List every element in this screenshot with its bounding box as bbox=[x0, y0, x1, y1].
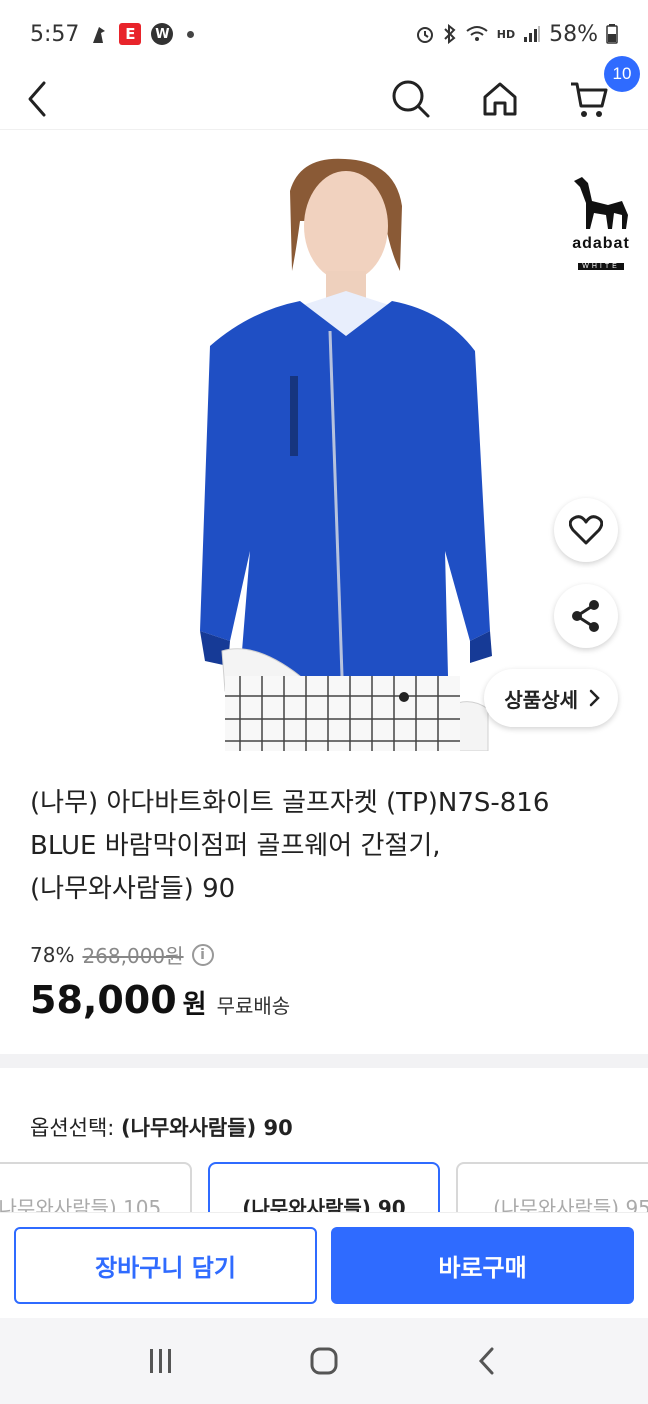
brand-logo: adabat WHITE bbox=[566, 171, 636, 272]
option-chip-selected[interactable]: (나무와사람들) 90 bbox=[208, 1162, 440, 1212]
heart-icon bbox=[569, 515, 603, 545]
original-price: 268,000원 bbox=[82, 944, 184, 968]
share-button[interactable] bbox=[554, 584, 618, 648]
hd-voice-label: HD bbox=[496, 27, 516, 41]
e-app-icon: E bbox=[119, 23, 142, 45]
cart-count-badge: 10 bbox=[604, 55, 640, 92]
cart-icon[interactable]: 10 bbox=[568, 55, 640, 120]
header-actions: 10 bbox=[390, 55, 640, 120]
screen: 5:57 E W HD 58% 10 adabat WHITE 상품상세 (나무… bbox=[0, 0, 648, 1404]
option-chip[interactable]: (나무와사람들) 105 bbox=[0, 1162, 192, 1212]
status-left: 5:57 E W bbox=[30, 21, 195, 47]
add-to-cart-button[interactable]: 장바구니 담기 bbox=[14, 1227, 317, 1304]
product-image[interactable]: adabat WHITE 상품상세 bbox=[0, 131, 648, 751]
brand-sub: WHITE bbox=[578, 263, 624, 270]
share-icon bbox=[572, 600, 599, 632]
home-icon[interactable] bbox=[480, 79, 520, 119]
bottom-action-bar: 장바구니 담기 바로구매 bbox=[0, 1212, 648, 1318]
option-selected-value: (나무와사람들) 90 bbox=[121, 1116, 293, 1140]
battery-icon bbox=[606, 24, 618, 44]
price-row: 58,000 원 무료배송 bbox=[30, 978, 290, 1022]
shipping-info: 무료배송 bbox=[216, 994, 291, 1018]
dog-logo-icon bbox=[574, 177, 628, 229]
product-title-line: (나무) 아다바트화이트 골프자켓 (TP)N7S-816 bbox=[30, 788, 550, 818]
signal-icon bbox=[523, 25, 541, 43]
buy-now-button[interactable]: 바로구매 bbox=[331, 1227, 634, 1304]
chevron-right-icon bbox=[589, 689, 600, 707]
sale-price: 58,000 bbox=[30, 978, 177, 1022]
option-chip[interactable]: (나무와사람들) 95 bbox=[456, 1162, 648, 1212]
status-right: HD 58% bbox=[415, 22, 618, 47]
home-nav-icon[interactable] bbox=[294, 1331, 354, 1391]
brand-name: adabat bbox=[572, 235, 630, 252]
product-detail-button[interactable]: 상품상세 bbox=[484, 669, 618, 727]
discount-rate: 78% bbox=[30, 942, 75, 967]
recent-apps-icon[interactable] bbox=[131, 1331, 191, 1391]
battery-percent: 58% bbox=[549, 21, 598, 47]
product-title-line: (나무와사람들) 90 bbox=[30, 874, 236, 904]
option-chips: (나무와사람들) 105 (나무와사람들) 90 (나무와사람들) 95 bbox=[0, 1162, 648, 1212]
status-time: 5:57 bbox=[30, 21, 80, 47]
wishlist-button[interactable] bbox=[554, 498, 618, 562]
price-unit: 원 bbox=[182, 990, 207, 1020]
back-icon[interactable] bbox=[22, 79, 52, 119]
product-title: (나무) 아다바트화이트 골프자켓 (TP)N7S-816 BLUE 바람막이점… bbox=[30, 782, 626, 911]
alarm-icon bbox=[415, 24, 435, 44]
notification-dot-icon bbox=[187, 30, 195, 38]
price-meta: 78% 268,000원 i bbox=[30, 940, 214, 969]
product-title-line: BLUE 바람막이점퍼 골프웨어 간절기, bbox=[30, 831, 441, 861]
search-icon[interactable] bbox=[390, 78, 432, 120]
option-label: 옵션선택: bbox=[30, 1116, 115, 1140]
app-header: 10 bbox=[0, 55, 648, 130]
golf-app-icon bbox=[89, 23, 109, 45]
info-icon[interactable]: i bbox=[191, 943, 214, 966]
system-nav-bar bbox=[0, 1318, 648, 1404]
section-divider bbox=[0, 1054, 648, 1068]
w-app-icon: W bbox=[151, 23, 174, 45]
bluetooth-icon bbox=[443, 24, 457, 44]
product-photo-illustration bbox=[200, 158, 492, 751]
status-bar: 5:57 E W HD 58% bbox=[0, 0, 648, 68]
back-nav-icon[interactable] bbox=[457, 1331, 517, 1391]
wifi-icon bbox=[465, 24, 489, 44]
product-detail-label: 상품상세 bbox=[504, 687, 578, 712]
option-select-label: 옵션선택: (나무와사람들) 90 bbox=[30, 1112, 293, 1142]
